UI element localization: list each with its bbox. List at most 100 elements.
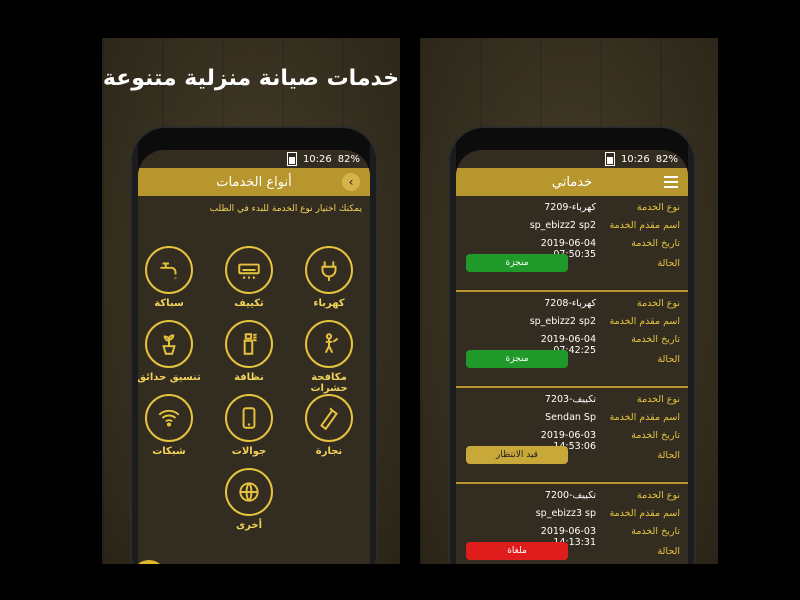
cleaning-spray-icon: [225, 320, 273, 368]
phone-edge-right: [688, 128, 694, 564]
order-field-label: نوع الخدمة: [636, 394, 680, 405]
service-label: مكافحة حشرات: [310, 372, 348, 394]
phone-frame: 10:26 82% خدماتي نوع الخدمة 7209-كهرباء اس…: [448, 126, 696, 564]
status-badge[interactable]: ملغاة: [466, 542, 568, 560]
service-label: نظافة: [234, 372, 264, 383]
battery-icon: [286, 152, 297, 166]
order-field-label: تاريخ الخدمة: [631, 238, 680, 249]
saw-icon: [305, 394, 353, 442]
service-cleaning[interactable]: نظافة: [214, 320, 284, 383]
battery-icon: [604, 152, 615, 166]
service-label: أخرى: [235, 520, 263, 531]
order-row: نوع الخدمة 7203-تكييف: [466, 394, 680, 408]
order-field-label: اسم مقدم الخدمة: [609, 220, 680, 231]
order-field-value: 7209-كهرباء: [544, 202, 596, 213]
service-pest-control[interactable]: مكافحة حشرات: [294, 320, 364, 394]
service-label: نجارة: [315, 446, 343, 457]
plant-pot-icon: [145, 320, 193, 368]
order-field-label: الحالة: [657, 258, 680, 269]
page-title: خدماتي: [551, 174, 593, 190]
service-label: تنسيق حدائق: [138, 372, 201, 383]
service-plumbing[interactable]: سباكة: [138, 246, 204, 309]
pricing-fab[interactable]: $: [138, 560, 166, 564]
service-electricity[interactable]: كهرباء: [294, 246, 364, 309]
order-field-value: sp_ebizz2 sp2: [529, 220, 596, 231]
status-badge[interactable]: منجزة: [466, 254, 568, 272]
order-row: نوع الخدمة 7200-تكييف: [466, 490, 680, 504]
pest-control-icon: [305, 320, 353, 368]
order-card[interactable]: نوع الخدمة 7208-كهرباء اسم مقدم الخدمة sp_e…: [456, 292, 688, 388]
service-carpentry[interactable]: نجارة: [294, 394, 364, 457]
order-field-label: الحالة: [657, 546, 680, 557]
order-field-label: اسم مقدم الخدمة: [609, 316, 680, 327]
status-signal: 82%: [655, 153, 678, 165]
order-field-label: نوع الخدمة: [636, 490, 680, 501]
service-ac[interactable]: تكييف: [214, 246, 284, 309]
order-row: تاريخ الخدمة 2019-06-04 07:50:35: [466, 238, 680, 260]
service-label: شبكات: [152, 446, 186, 457]
phone-screen: 10:26 82% أنواع الخدمات ‹ يمكنك اختيار ن…: [138, 150, 370, 564]
order-field-value: Sendan Sp: [545, 412, 596, 423]
air-conditioner-icon: [225, 246, 273, 294]
status-time: 10:26: [620, 153, 650, 165]
phone-edge-right: [370, 128, 376, 564]
status-bar: 10:26 82%: [456, 150, 688, 168]
order-row: نوع الخدمة 7209-كهرباء: [466, 202, 680, 216]
status-time: 10:26: [302, 153, 332, 165]
order-row: اسم مقدم الخدمة sp_ebizz3 sp: [466, 508, 680, 522]
status-badge[interactable]: منجزة: [466, 350, 568, 368]
order-row: نوع الخدمة 7208-كهرباء: [466, 298, 680, 312]
service-hint: يمكنك اختيار نوع الخدمة للبدء في الطلب: [209, 204, 362, 214]
electric-plug-icon: [305, 246, 353, 294]
globe-icon: [225, 468, 273, 516]
service-gardening[interactable]: تنسيق حدائق: [138, 320, 204, 383]
service-label: جوالات: [231, 446, 267, 457]
phone-frame: 10:26 82% أنواع الخدمات ‹ يمكنك اختيار ن…: [130, 126, 378, 564]
order-field-label: الحالة: [657, 450, 680, 461]
service-label: سباكة: [154, 298, 184, 309]
order-field-value: sp_ebizz3 sp: [535, 508, 596, 519]
order-row: اسم مقدم الخدمة Sendan Sp: [466, 412, 680, 426]
order-field-label: نوع الخدمة: [636, 298, 680, 309]
service-networks[interactable]: شبكات: [138, 394, 204, 457]
order-card[interactable]: نوع الخدمة 7200-تكييف اسم مقدم الخدمة sp_eb…: [456, 484, 688, 564]
order-row: تاريخ الخدمة 2019-06-03 14:13:31: [466, 526, 680, 548]
order-field-value: sp_ebizz2 sp2: [529, 316, 596, 327]
service-other[interactable]: أخرى: [214, 468, 284, 531]
wifi-icon: [145, 394, 193, 442]
promo-panel-services: خدمات صيانة منزلية متنوعة 10:26 82% أنوا…: [102, 38, 400, 564]
back-button[interactable]: ‹: [342, 173, 360, 191]
orders-list: نوع الخدمة 7209-كهرباء اسم مقدم الخدمة sp_e…: [456, 196, 688, 564]
status-bar: 10:26 82%: [138, 150, 370, 168]
order-card[interactable]: نوع الخدمة 7209-كهرباء اسم مقدم الخدمة sp_e…: [456, 196, 688, 292]
mobile-phone-icon: [225, 394, 273, 442]
faucet-icon: [145, 246, 193, 294]
phone-screen: 10:26 82% خدماتي نوع الخدمة 7209-كهرباء اس…: [456, 150, 688, 564]
service-label: كهرباء: [313, 298, 345, 309]
order-field-label: تاريخ الخدمة: [631, 334, 680, 345]
order-field-label: تاريخ الخدمة: [631, 430, 680, 441]
promo-panel-orders: 10:26 82% خدماتي نوع الخدمة 7209-كهرباء اس…: [420, 38, 718, 564]
order-row: اسم مقدم الخدمة sp_ebizz2 sp2: [466, 316, 680, 330]
order-row: اسم مقدم الخدمة sp_ebizz2 sp2: [466, 220, 680, 234]
promo-title: خدمات صيانة منزلية متنوعة: [102, 66, 400, 91]
status-badge[interactable]: قيد الانتظار: [466, 446, 568, 464]
order-field-label: تاريخ الخدمة: [631, 526, 680, 537]
hamburger-menu-icon[interactable]: [664, 176, 678, 188]
app-bar: خدماتي: [456, 168, 688, 196]
order-card[interactable]: نوع الخدمة 7203-تكييف اسم مقدم الخدمة Senda…: [456, 388, 688, 484]
order-field-label: اسم مقدم الخدمة: [609, 508, 680, 519]
page-title: أنواع الخدمات: [216, 174, 292, 190]
order-field-value: 7208-كهرباء: [544, 298, 596, 309]
order-field-label: نوع الخدمة: [636, 202, 680, 213]
service-mobiles[interactable]: جوالات: [214, 394, 284, 457]
status-signal: 82%: [337, 153, 360, 165]
order-field-value: 7203-تكييف: [544, 394, 596, 405]
order-field-label: اسم مقدم الخدمة: [609, 412, 680, 423]
app-bar: أنواع الخدمات ‹: [138, 168, 370, 196]
service-label: تكييف: [234, 298, 264, 309]
order-field-label: الحالة: [657, 354, 680, 365]
order-field-value: 7200-تكييف: [544, 490, 596, 501]
order-row: تاريخ الخدمة 2019-06-04 07:42:25: [466, 334, 680, 356]
order-row: تاريخ الخدمة 2019-06-03 14:53:06: [466, 430, 680, 452]
